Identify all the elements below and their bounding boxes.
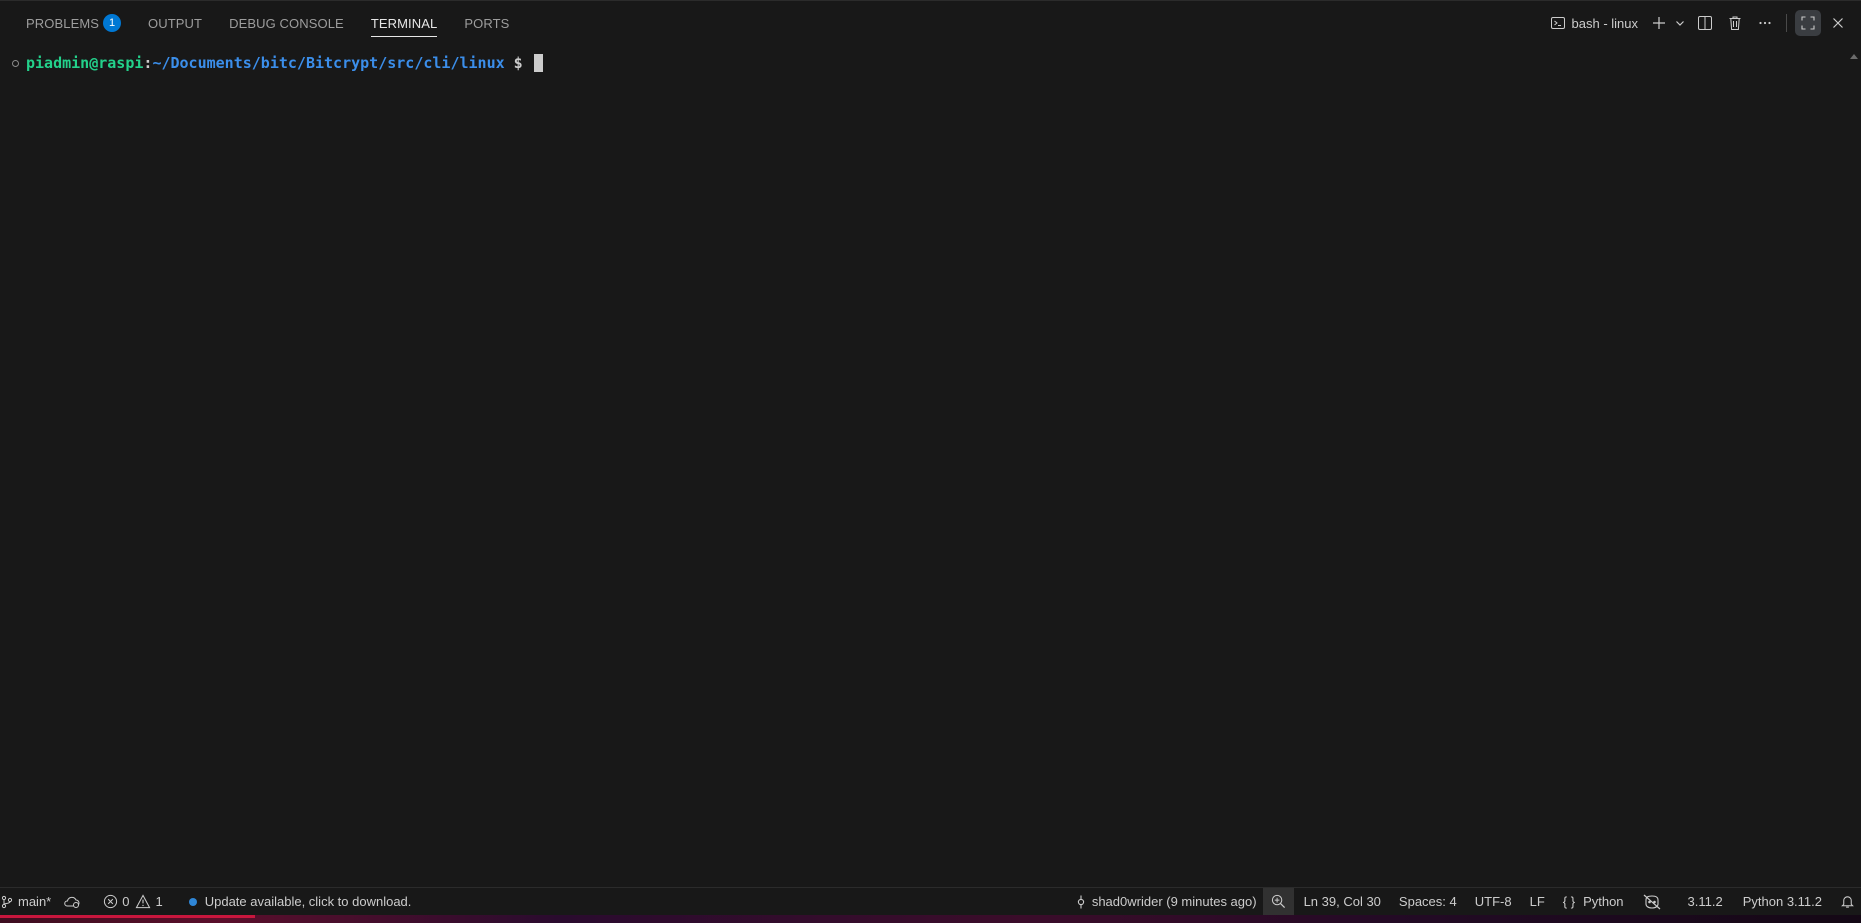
cloud-sync-icon: [64, 896, 80, 908]
indentation-item[interactable]: Spaces: 4: [1393, 888, 1463, 915]
cursor-position-item[interactable]: Ln 39, Col 30: [1298, 888, 1387, 915]
ellipsis-icon: [1759, 21, 1771, 25]
terminal-prompt-line: piadmin@raspi : ~/Documents/bitc/Bitcryp…: [12, 54, 543, 72]
tab-label: TERMINAL: [370, 15, 438, 31]
desktop-taskbar-strip: [0, 915, 1861, 923]
panel-actions: bash - linux: [1544, 1, 1861, 45]
panel-header: PROBLEMS 1 OUTPUT DEBUG CONSOLE TERMINAL…: [0, 0, 1861, 44]
python-interpreter: Python 3.11.2: [1742, 894, 1822, 909]
status-bar-right: shad0wrider (9 minutes ago) Ln 39, Col 3…: [1068, 888, 1861, 915]
language-mode-item[interactable]: { } Python: [1557, 888, 1630, 915]
terminal-selector[interactable]: bash - linux: [1544, 10, 1644, 36]
panel-tabs: PROBLEMS 1 OUTPUT DEBUG CONSOLE TERMINAL…: [26, 1, 536, 45]
tab-output[interactable]: OUTPUT: [148, 1, 202, 45]
problems-count-badge: 1: [103, 14, 122, 32]
update-dot-icon: [188, 897, 197, 906]
tab-label: DEBUG CONSOLE: [229, 15, 344, 31]
update-message: Update available, click to download.: [204, 894, 412, 909]
new-terminal-button[interactable]: [1646, 10, 1672, 36]
tab-debug-console[interactable]: DEBUG CONSOLE: [229, 1, 344, 45]
eol: LF: [1529, 894, 1545, 909]
split-terminal-button[interactable]: [1692, 10, 1718, 36]
git-blame-text: shad0wrider (9 minutes ago): [1091, 894, 1257, 909]
git-branch-item[interactable]: main*: [0, 888, 57, 915]
kill-terminal-button[interactable]: [1722, 10, 1748, 36]
split-icon: [1698, 16, 1712, 30]
terminal-name: bash - linux: [1571, 15, 1638, 31]
git-branch-name: main*: [18, 894, 52, 909]
notifications-item[interactable]: [1834, 888, 1861, 915]
terminal-cursor: [533, 54, 543, 72]
tab-label: PROBLEMS: [26, 15, 100, 31]
terminal-icon: [1550, 17, 1565, 29]
copilot-disabled-icon: [1643, 894, 1660, 909]
status-bar-left: main* 0 1 Update available, click to dow…: [0, 888, 417, 915]
maximize-icon: [1801, 16, 1815, 30]
git-branch-icon: [1, 895, 13, 908]
python-version-short: 3.11.2: [1687, 894, 1723, 909]
more-actions-button[interactable]: [1752, 10, 1778, 36]
git-commit-icon: [1077, 895, 1084, 908]
error-count: 0: [122, 894, 130, 909]
prompt-path: ~/Documents/bitc/Bitcrypt/src/cli/linux: [152, 54, 505, 72]
maximize-panel-button[interactable]: [1795, 10, 1821, 36]
python-interpreter-item[interactable]: Python 3.11.2: [1737, 888, 1828, 915]
encoding: UTF-8: [1474, 894, 1512, 909]
encoding-item[interactable]: UTF-8: [1469, 888, 1518, 915]
terminal-viewport[interactable]: piadmin@raspi : ~/Documents/bitc/Bitcryp…: [0, 44, 1845, 887]
close-panel-button[interactable]: [1825, 10, 1851, 36]
bell-icon: [1841, 896, 1854, 908]
git-blame-item[interactable]: shad0wrider (9 minutes ago): [1068, 888, 1263, 915]
tab-label: PORTS: [464, 15, 510, 31]
trash-icon: [1729, 16, 1741, 30]
indentation: Spaces: 4: [1398, 894, 1457, 909]
zoom-item[interactable]: [1262, 888, 1294, 915]
warning-icon: [136, 894, 151, 909]
sync-changes-item[interactable]: [57, 888, 91, 915]
python-version-item[interactable]: 3.11.2: [1682, 888, 1729, 915]
language-mode: Python: [1583, 894, 1624, 909]
copilot-item[interactable]: [1636, 888, 1672, 915]
update-notification-item[interactable]: Update available, click to download.: [183, 888, 418, 915]
eol-item[interactable]: LF: [1524, 888, 1551, 915]
vscode-panel-window: PROBLEMS 1 OUTPUT DEBUG CONSOLE TERMINAL…: [0, 0, 1861, 923]
plus-icon: [1653, 17, 1665, 29]
close-icon: [1833, 18, 1843, 28]
command-decoration-icon[interactable]: [12, 59, 19, 67]
warning-count: 1: [155, 894, 163, 909]
error-icon: [104, 894, 118, 909]
scroll-up-arrow-icon[interactable]: [1850, 54, 1858, 59]
prompt-colon: :: [143, 54, 153, 72]
cursor-position: Ln 39, Col 30: [1303, 894, 1381, 909]
chevron-down-icon: [1676, 21, 1684, 26]
taskbar-highlight: [0, 915, 255, 918]
zoom-in-icon: [1271, 894, 1285, 909]
toolbar-separator: [1786, 14, 1787, 32]
braces-icon: { }: [1562, 894, 1576, 909]
tab-ports[interactable]: PORTS: [464, 1, 509, 45]
problems-summary-item[interactable]: 0 1: [97, 888, 168, 915]
launch-profile-button[interactable]: [1672, 10, 1688, 36]
terminal-scrollbar[interactable]: [1847, 44, 1861, 887]
prompt-symbol: $: [504, 54, 532, 72]
status-bar: main* 0 1 Update available, click to dow…: [0, 887, 1861, 915]
prompt-user-host: piadmin@raspi: [26, 54, 144, 72]
tab-problems[interactable]: PROBLEMS 1: [26, 1, 122, 45]
tab-label: OUTPUT: [148, 15, 203, 31]
tab-terminal[interactable]: TERMINAL: [370, 1, 438, 45]
